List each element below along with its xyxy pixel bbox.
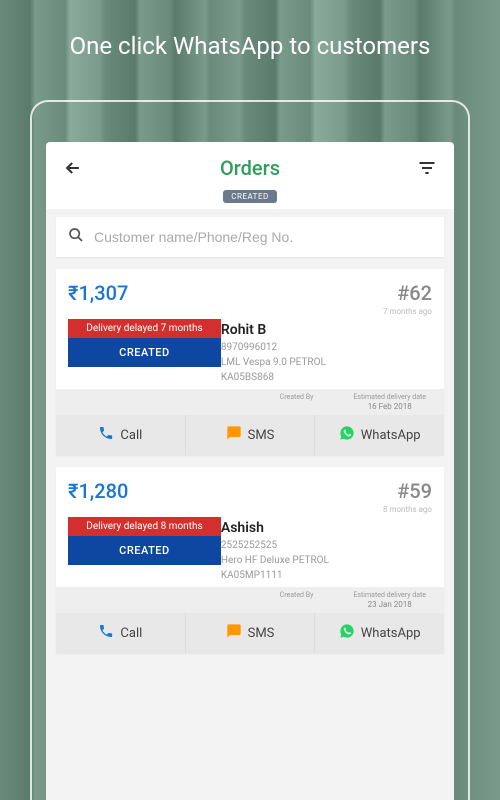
whatsapp-icon bbox=[339, 623, 355, 643]
search-icon bbox=[68, 227, 84, 247]
phone-frame: Orders CREATED ₹1,307 Delivery delaye bbox=[30, 100, 470, 800]
vehicle-info: Hero HF Deluxe PETROL bbox=[221, 555, 432, 566]
meta-row: Created By Estimated delivery date 23 Ja… bbox=[56, 587, 444, 613]
search-bar[interactable] bbox=[56, 217, 444, 257]
customer-phone: 2525252525 bbox=[221, 540, 432, 551]
vehicle-info: LML Vespa 9.0 PETROL bbox=[221, 357, 432, 368]
delay-badge: Delivery delayed 8 months bbox=[68, 517, 221, 536]
order-id: #59 bbox=[397, 479, 432, 503]
promo-headline: One click WhatsApp to customers bbox=[0, 0, 500, 80]
search-input[interactable] bbox=[94, 229, 432, 245]
order-card[interactable]: ₹1,307 Delivery delayed 7 months CREATED… bbox=[56, 269, 444, 455]
app-bar: Orders bbox=[46, 142, 454, 190]
est-delivery-value: 16 Feb 2018 bbox=[353, 402, 426, 411]
whatsapp-icon bbox=[339, 425, 355, 445]
customer-name: Rohit B bbox=[221, 322, 432, 338]
reg-no: KA05MP1111 bbox=[221, 570, 432, 581]
action-row: Call SMS WhatsApp bbox=[56, 415, 444, 455]
call-label: Call bbox=[120, 626, 142, 641]
whatsapp-button[interactable]: WhatsApp bbox=[314, 613, 444, 653]
order-amount: ₹1,280 bbox=[68, 479, 221, 503]
active-filter-chip[interactable]: CREATED bbox=[223, 190, 276, 203]
meta-row: Created By Estimated delivery date 16 Fe… bbox=[56, 389, 444, 415]
customer-name: Ashish bbox=[221, 520, 432, 536]
whatsapp-label: WhatsApp bbox=[361, 428, 421, 443]
sms-label: SMS bbox=[248, 626, 275, 641]
customer-phone: 8970996012 bbox=[221, 342, 432, 353]
filter-chip-row: CREATED bbox=[46, 190, 454, 209]
order-age: 8 months ago bbox=[221, 505, 432, 514]
order-amount: ₹1,307 bbox=[68, 281, 221, 305]
est-delivery-label: Estimated delivery date bbox=[353, 591, 426, 599]
est-delivery-label: Estimated delivery date bbox=[353, 393, 426, 401]
sms-button[interactable]: SMS bbox=[185, 415, 315, 455]
chat-icon bbox=[226, 623, 242, 643]
order-id: #62 bbox=[397, 281, 432, 305]
reg-no: KA05BS868 bbox=[221, 372, 432, 383]
filter-icon[interactable] bbox=[416, 157, 438, 179]
created-by-label: Created By bbox=[280, 591, 314, 599]
action-row: Call SMS WhatsApp bbox=[56, 613, 444, 653]
content-area: ₹1,307 Delivery delayed 7 months CREATED… bbox=[46, 209, 454, 800]
created-by-label: Created By bbox=[280, 393, 314, 401]
whatsapp-button[interactable]: WhatsApp bbox=[314, 415, 444, 455]
sms-button[interactable]: SMS bbox=[185, 613, 315, 653]
phone-icon bbox=[98, 623, 114, 643]
page-title: Orders bbox=[220, 156, 280, 180]
app-screen: Orders CREATED ₹1,307 Delivery delaye bbox=[46, 142, 454, 800]
chat-icon bbox=[226, 425, 242, 445]
est-delivery-value: 23 Jan 2018 bbox=[353, 600, 426, 609]
call-button[interactable]: Call bbox=[56, 613, 185, 653]
whatsapp-label: WhatsApp bbox=[361, 626, 421, 641]
delay-badge: Delivery delayed 7 months bbox=[68, 319, 221, 338]
sms-label: SMS bbox=[248, 428, 275, 443]
call-button[interactable]: Call bbox=[56, 415, 185, 455]
phone-icon bbox=[98, 425, 114, 445]
order-card[interactable]: ₹1,280 Delivery delayed 8 months CREATED… bbox=[56, 467, 444, 653]
call-label: Call bbox=[120, 428, 142, 443]
back-icon[interactable] bbox=[62, 157, 84, 179]
status-badge: CREATED bbox=[68, 338, 221, 367]
status-badge: CREATED bbox=[68, 536, 221, 565]
order-age: 7 months ago bbox=[221, 307, 432, 316]
